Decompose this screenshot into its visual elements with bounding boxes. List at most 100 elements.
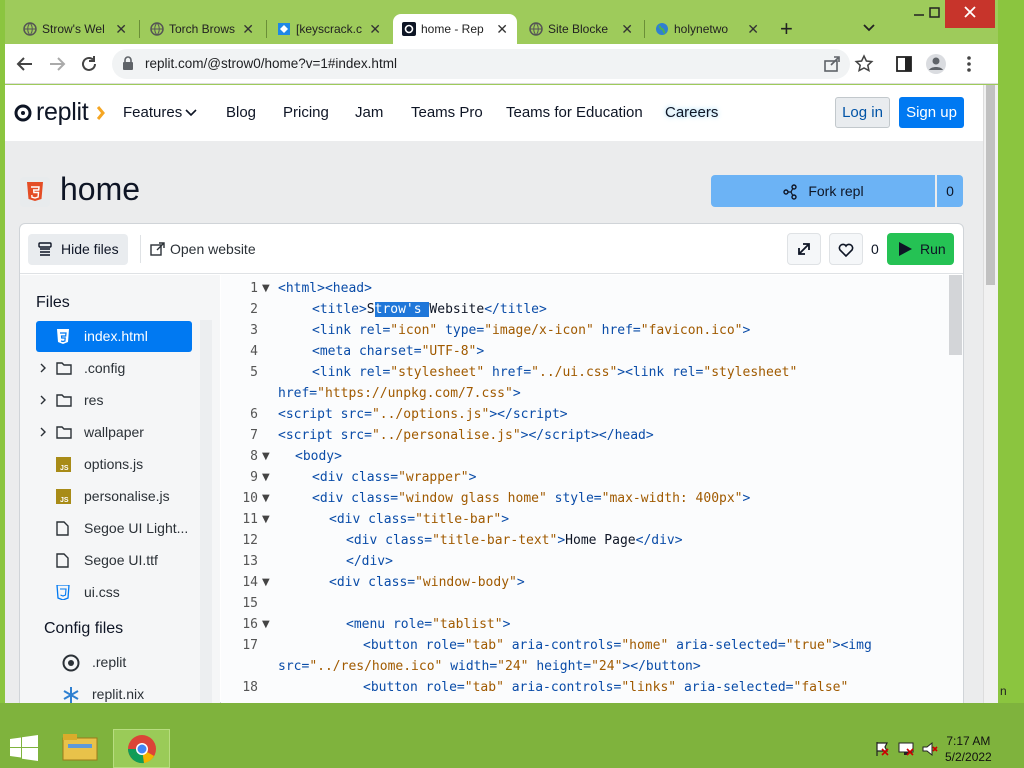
close-tab-icon[interactable]: ✕ <box>242 14 254 44</box>
close-tab-icon[interactable]: ✕ <box>747 14 759 44</box>
code-line[interactable]: <script src="../options.js"></script> <box>278 407 568 422</box>
code-line[interactable]: <html><head> <box>278 281 372 296</box>
nav-teams-pro[interactable]: Teams Pro <box>411 104 483 121</box>
network-icon[interactable] <box>898 741 914 757</box>
page-scrollbar-thumb[interactable] <box>986 85 995 285</box>
reload-icon[interactable] <box>77 52 101 76</box>
folder-config[interactable]: .config <box>36 353 192 384</box>
close-window-button[interactable] <box>945 0 995 28</box>
nav-pricing[interactable]: Pricing <box>283 104 329 121</box>
tab-2[interactable]: Torch Brows ✕ <box>141 14 263 44</box>
nav-teams-education[interactable]: Teams for Education <box>506 104 643 121</box>
folder-wallpaper[interactable]: wallpaper <box>36 417 192 448</box>
tab-search-icon[interactable] <box>862 20 876 34</box>
forward-arrow-icon[interactable] <box>45 52 69 76</box>
login-button[interactable]: Log in <box>835 97 890 128</box>
file-segoe-light[interactable]: Segoe UI Light... <box>36 513 192 544</box>
file-index-html[interactable]: index.html <box>36 321 192 352</box>
code-line[interactable]: <title>Strow's Website</title> <box>312 302 547 317</box>
expand-button[interactable] <box>787 233 821 265</box>
nav-careers[interactable]: Careers <box>665 104 718 121</box>
chevron-right-icon[interactable] <box>38 395 48 405</box>
close-tab-icon[interactable]: ✕ <box>115 14 127 44</box>
code-line[interactable]: <menu role="tablist"> <box>346 617 510 632</box>
tab-1[interactable]: Strow's Wel ✕ <box>14 14 136 44</box>
fold-arrow-icon[interactable]: ▼ <box>262 619 270 630</box>
code-line[interactable]: <div class="title-bar-text">Home Page</d… <box>346 533 683 548</box>
profile-avatar-icon[interactable] <box>925 53 949 77</box>
replit-favicon-icon <box>402 22 416 36</box>
clock[interactable]: 7:17 AM 5/2/2022 <box>945 733 992 765</box>
tab-title: [keyscrack.c <box>296 22 363 36</box>
close-tab-icon[interactable]: ✕ <box>369 14 381 44</box>
fold-arrow-icon[interactable]: ▼ <box>262 283 270 294</box>
svg-text:JS: JS <box>60 497 69 504</box>
file-personalise-js[interactable]: JS personalise.js <box>36 481 192 512</box>
fork-count[interactable]: 0 <box>937 175 963 207</box>
chevron-right-icon[interactable] <box>38 427 48 437</box>
open-website-link[interactable]: Open website <box>170 241 256 257</box>
code-line[interactable]: </div> <box>346 554 393 569</box>
tab-divider <box>139 20 140 38</box>
volume-muted-icon[interactable] <box>922 741 938 757</box>
url-text[interactable]: replit.com/@strow0/home?v=1#index.html <box>145 56 397 71</box>
code-line[interactable]: src="../res/home.ico" width="24" height=… <box>278 659 701 674</box>
replit-logo-text[interactable]: replit <box>36 98 89 127</box>
globe-icon <box>150 22 164 36</box>
code-line[interactable]: <div class="window-body"> <box>329 575 525 590</box>
bookmark-star-icon[interactable] <box>853 53 877 77</box>
code-line[interactable]: <div class="wrapper"> <box>312 470 476 485</box>
share-icon[interactable] <box>821 53 845 77</box>
nav-features[interactable]: Features <box>123 104 182 121</box>
side-panel-icon[interactable] <box>893 53 917 77</box>
tab-4-active[interactable]: home - Rep ✕ <box>393 14 517 44</box>
more-menu-icon[interactable] <box>958 53 982 77</box>
back-arrow-icon[interactable] <box>13 52 37 76</box>
file-options-js[interactable]: JS options.js <box>36 449 192 480</box>
external-link-icon[interactable] <box>150 242 165 257</box>
hide-files-button[interactable]: Hide files <box>28 234 128 265</box>
run-button[interactable]: Run <box>887 233 954 265</box>
nav-blog[interactable]: Blog <box>226 104 256 121</box>
code-line[interactable]: <button role="tab" aria-controls="home" … <box>363 638 872 653</box>
lock-icon[interactable] <box>122 56 134 71</box>
code-line[interactable]: <link rel="stylesheet" href="../ui.css">… <box>312 365 797 380</box>
files-scrollbar[interactable] <box>200 320 212 703</box>
windows-start-icon[interactable] <box>10 735 38 761</box>
close-tab-icon[interactable]: ✕ <box>621 14 633 44</box>
close-tab-icon[interactable]: ✕ <box>496 14 508 44</box>
new-tab-button[interactable]: + <box>780 15 793 43</box>
code-line[interactable]: <button role="tab" aria-controls="links"… <box>363 680 848 695</box>
chevron-down-icon[interactable] <box>185 109 197 117</box>
file-segoe-ui[interactable]: Segoe UI.ttf <box>36 545 192 576</box>
chrome-taskbar-button[interactable] <box>113 729 170 768</box>
code-line[interactable]: <body> <box>295 449 342 464</box>
code-line[interactable]: <div class="window glass home" style="ma… <box>312 491 750 506</box>
code-line[interactable]: href="https://unpkg.com/7.css"> <box>278 386 521 401</box>
file-replit-config[interactable]: .replit <box>44 647 200 678</box>
fold-arrow-icon[interactable]: ▼ <box>262 514 270 525</box>
fork-repl-button[interactable]: Fork repl <box>711 175 935 207</box>
replit-logo-icon[interactable] <box>13 103 33 123</box>
tab-5[interactable]: Site Blocke ✕ <box>520 14 642 44</box>
fold-arrow-icon[interactable]: ▼ <box>262 472 270 483</box>
file-explorer-icon[interactable] <box>62 732 98 762</box>
chevron-right-icon[interactable] <box>38 363 48 373</box>
code-line[interactable]: <link rel="icon" type="image/x-icon" hre… <box>312 323 750 338</box>
folder-res[interactable]: res <box>36 385 192 416</box>
tab-3[interactable]: [keyscrack.c ✕ <box>268 14 390 44</box>
fold-arrow-icon[interactable]: ▼ <box>262 577 270 588</box>
nav-jam[interactable]: Jam <box>355 104 383 121</box>
like-button[interactable] <box>829 233 863 265</box>
code-line[interactable]: <script src="../personalise.js"></script… <box>278 428 654 443</box>
fold-arrow-icon[interactable]: ▼ <box>262 493 270 504</box>
editor-scrollbar-thumb[interactable] <box>949 275 962 355</box>
file-ui-css[interactable]: ui.css <box>36 577 192 608</box>
code-line[interactable]: <meta charset="UTF-8"> <box>312 344 484 359</box>
flag-notification-icon[interactable] <box>874 741 890 757</box>
signup-button[interactable]: Sign up <box>899 97 964 128</box>
fold-arrow-icon[interactable]: ▼ <box>262 451 270 462</box>
globe-icon <box>23 22 37 36</box>
tab-6[interactable]: holynetwo ✕ <box>646 14 768 44</box>
code-line[interactable]: <div class="title-bar"> <box>329 512 509 527</box>
